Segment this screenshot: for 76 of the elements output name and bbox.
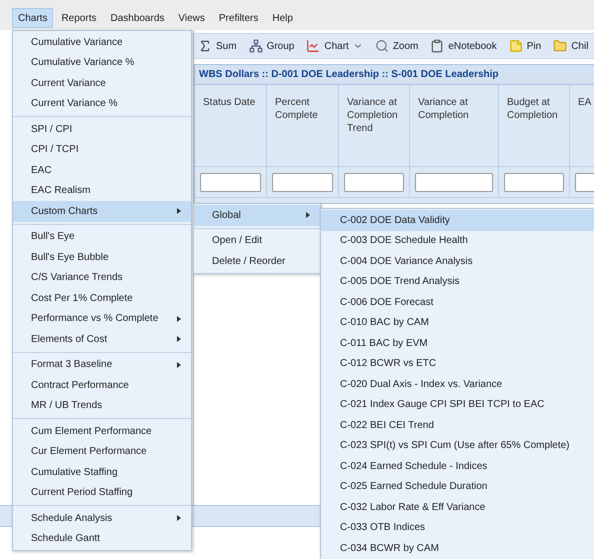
toolbar-button[interactable]: Chil (553, 38, 588, 54)
menu-item[interactable]: C-034 BCWR by CAM (321, 538, 594, 558)
toolbar-button[interactable]: Sum (198, 38, 237, 54)
menu-item[interactable]: Schedule Gantt (13, 528, 191, 549)
menu-item[interactable]: Cumulative Variance (13, 32, 191, 52)
menu-bar-item[interactable]: Views (172, 8, 211, 28)
menu-bar-item[interactable]: Charts (12, 8, 54, 28)
toolbar-button[interactable]: Chart (306, 38, 363, 54)
filter-field[interactable] (504, 172, 564, 192)
menu-item[interactable]: Contract Performance (13, 375, 191, 396)
menu-item[interactable]: C-032 Labor Rate & Eff Variance (321, 497, 594, 518)
menu-item[interactable]: MR / UB Trends (13, 396, 191, 416)
filter-field[interactable] (415, 172, 493, 192)
menu-item[interactable]: C-020 Dual Axis - Index vs. Variance (321, 374, 594, 394)
menu-bar-item[interactable]: Help (266, 8, 299, 28)
folder-icon (553, 39, 568, 53)
menu-item[interactable]: Schedule Analysis (13, 508, 191, 528)
menu-item[interactable]: Format 3 Baseline (13, 354, 191, 375)
note-icon (508, 39, 523, 53)
toolbar-button[interactable]: Pin (508, 38, 542, 54)
menu-item[interactable]: Cumulative Staffing (13, 462, 191, 482)
menu-item[interactable]: C-022 BEI CEI Trend (321, 415, 594, 436)
column-header[interactable]: Variance at Completion (410, 85, 499, 166)
menu-item[interactable]: C-011 BAC by EVM (321, 333, 594, 354)
clipboard-icon (430, 39, 444, 53)
menu-item[interactable]: EAC (13, 160, 191, 180)
menu-item[interactable]: C-003 DOE Schedule Health (321, 230, 594, 251)
menu-item[interactable]: Delete / Reorder (194, 251, 320, 272)
menu-item[interactable]: C-025 Earned Schedule Duration (321, 476, 594, 497)
menu-item[interactable]: C-023 SPI(t) vs SPI Cum (Use after 65% Complete) (321, 436, 594, 456)
column-header[interactable]: EA (570, 85, 594, 166)
menu-item[interactable]: Custom Charts (13, 201, 191, 222)
hierarchy-icon (248, 39, 263, 53)
sigma-icon (198, 39, 212, 53)
search-icon (374, 39, 389, 53)
menu-item[interactable]: Current Variance % (13, 94, 191, 114)
column-header[interactable]: Budget at Completion (499, 85, 570, 166)
menu-bar-item[interactable]: Dashboards (104, 8, 170, 28)
menu-item[interactable]: Bull's Eye Bubble (13, 247, 191, 268)
menu-item[interactable]: C-010 BAC by CAM (321, 312, 594, 333)
menu-item[interactable]: Cost Per 1% Complete (13, 288, 191, 308)
panel-title: WBS Dollars :: D-001 DOE Leadership :: S-001 DOE Leadership (195, 65, 594, 85)
filter-field[interactable] (200, 172, 261, 192)
menu-item[interactable]: C-006 DOE Forecast (321, 292, 594, 312)
column-header[interactable]: Status Date (195, 85, 267, 166)
menu-bar-item[interactable]: Prefilters (212, 8, 264, 28)
menu-item[interactable]: CPI / TCPI (13, 140, 191, 160)
toolbar-button[interactable]: Zoom (374, 38, 418, 54)
menu-item[interactable]: Cur Element Performance (13, 442, 191, 462)
menu-item[interactable]: C-012 BCWR vs ETC (321, 354, 594, 374)
column-header[interactable]: Percent Complete (267, 85, 339, 166)
filter-field[interactable] (272, 172, 333, 192)
menu-item[interactable]: C-005 DOE Trend Analysis (321, 272, 594, 292)
menu-item[interactable]: Performance vs % Complete (13, 308, 191, 329)
menu-item[interactable]: Current Variance (13, 73, 191, 94)
column-header[interactable]: Variance at Completion Trend (339, 85, 410, 166)
menu-item[interactable]: C-033 OTB Indices (321, 518, 594, 538)
menu-item[interactable]: C-004 DOE Variance Analysis (321, 251, 594, 272)
menu-bar-item[interactable]: Reports (55, 8, 102, 28)
menu-item[interactable]: C-021 Index Gauge CPI SPI BEI TCPI to EAC (321, 394, 594, 415)
menu-item[interactable]: C-002 DOE Data Validity (321, 210, 594, 230)
menu-item[interactable]: C-024 Earned Schedule - Indices (321, 456, 594, 476)
menu-item[interactable]: SPI / CPI (13, 119, 191, 140)
menu-item[interactable]: Current Period Staffing (13, 482, 191, 503)
menu-item[interactable]: Bull's Eye (13, 226, 191, 247)
toolbar-button[interactable]: eNotebook (430, 38, 497, 54)
menu-item[interactable]: Global (194, 205, 320, 226)
menu-item[interactable]: Open / Edit (194, 230, 320, 251)
menu-item[interactable]: Cum Element Performance (13, 421, 191, 442)
toolbar-button[interactable]: Group (248, 38, 294, 54)
menu-item[interactable]: C/S Variance Trends (13, 268, 191, 288)
filter-field[interactable] (344, 172, 404, 192)
menu-item[interactable]: Elements of Cost (13, 329, 191, 350)
line-chart-icon (306, 39, 320, 53)
menu-item[interactable]: EAC Realism (13, 180, 191, 201)
menu-item[interactable]: Cumulative Variance % (13, 52, 191, 73)
